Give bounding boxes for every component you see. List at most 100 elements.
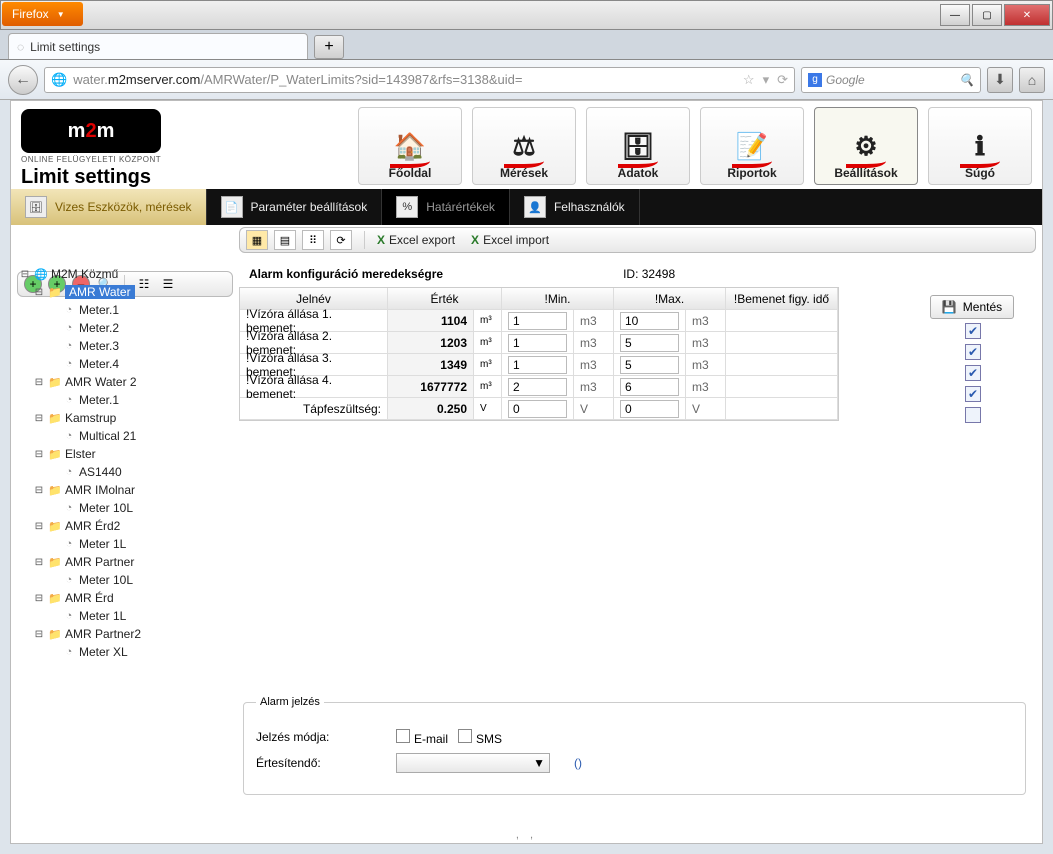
subnav-felhasznalok[interactable]: 👤Felhasználók bbox=[510, 189, 640, 225]
tree-leaf[interactable]: ◔Meter 10L bbox=[19, 499, 231, 517]
tree-leaf[interactable]: ◔Meter.1 bbox=[19, 301, 231, 319]
tree-leaf[interactable]: ◔Meter 10L bbox=[19, 571, 231, 589]
row-checkbox[interactable]: ✔ bbox=[965, 365, 981, 381]
search-box[interactable]: gGoogle 🔍 bbox=[801, 67, 981, 93]
max-input[interactable] bbox=[620, 356, 679, 374]
row-max[interactable] bbox=[614, 398, 686, 420]
max-input[interactable] bbox=[620, 400, 679, 418]
nav-riportok[interactable]: 📝Riportok bbox=[700, 107, 804, 185]
dropdown-icon[interactable]: ▾ bbox=[763, 72, 770, 88]
close-window-button[interactable]: ✕ bbox=[1004, 4, 1050, 26]
tree-node[interactable]: ⊟📁AMR IMolnar bbox=[19, 481, 231, 499]
info-icon: ℹ bbox=[956, 126, 1004, 166]
resize-handle[interactable]: , , bbox=[516, 829, 537, 841]
nav-beallitasok[interactable]: ⚙Beállítások bbox=[814, 107, 918, 185]
new-tab-button[interactable]: + bbox=[314, 35, 344, 59]
page-title: Limit settings bbox=[21, 166, 161, 189]
url-input[interactable]: 🌐 water.m2mserver.com/AMRWater/P_WaterLi… bbox=[44, 67, 795, 93]
tree-node[interactable]: ⊟📁AMR Water bbox=[19, 283, 231, 301]
row-min[interactable] bbox=[502, 332, 574, 354]
row-checkbox[interactable] bbox=[965, 407, 981, 423]
min-input[interactable] bbox=[508, 378, 567, 396]
view-table-icon[interactable]: ▤ bbox=[274, 230, 296, 250]
notify-dropdown[interactable]: ▼ bbox=[396, 753, 550, 773]
app-root: m2m ONLINE FELÜGYELETI KÖZPONT Limit set… bbox=[10, 100, 1043, 844]
subnav-parameter[interactable]: 📄Paraméter beállítások bbox=[207, 189, 383, 225]
row-max[interactable] bbox=[614, 332, 686, 354]
tree-node[interactable]: ⊟📁AMR Érd2 bbox=[19, 517, 231, 535]
nav-sugo[interactable]: ℹSúgó bbox=[928, 107, 1032, 185]
search-icon[interactable]: 🔍 bbox=[959, 73, 974, 87]
col-min: !Min. bbox=[502, 288, 614, 310]
nav-adatok[interactable]: 🗄Adatok bbox=[586, 107, 690, 185]
downloads-button[interactable]: ⬇ bbox=[987, 67, 1013, 93]
subnav-vizes[interactable]: 🗄Vizes Eszközök, mérések bbox=[11, 189, 207, 225]
tree-leaf[interactable]: ◔Multical 21 bbox=[19, 427, 231, 445]
gear-icon: ⚙ bbox=[842, 126, 890, 166]
email-checkbox[interactable]: E-mail bbox=[396, 729, 448, 746]
row-checkbox[interactable]: ✔ bbox=[965, 344, 981, 360]
tree-node[interactable]: ⊟📁Elster bbox=[19, 445, 231, 463]
row-max-unit: m3 bbox=[686, 332, 726, 354]
refresh-icon[interactable]: ⟳ bbox=[330, 230, 352, 250]
tree-leaf[interactable]: ◔Meter 1L bbox=[19, 607, 231, 625]
row-max[interactable] bbox=[614, 310, 686, 332]
max-input[interactable] bbox=[620, 334, 679, 352]
row-checkbox[interactable]: ✔ bbox=[965, 323, 981, 339]
tree-node[interactable]: ⊟📁Kamstrup bbox=[19, 409, 231, 427]
alarm-legend: Alarm jelzés bbox=[256, 696, 324, 708]
content-pane: ▦ ▤ ⠿ ⟳ XExcel export XExcel import Alar… bbox=[239, 261, 1036, 837]
row-min[interactable] bbox=[502, 398, 574, 420]
tree-leaf[interactable]: ◔Meter.2 bbox=[19, 319, 231, 337]
subnav-hatarertekek[interactable]: %Határértékek bbox=[382, 189, 510, 225]
bookmark-icon[interactable]: ☆ bbox=[743, 72, 755, 88]
tree-node[interactable]: ⊟📁AMR Partner2 bbox=[19, 625, 231, 643]
back-button[interactable]: ← bbox=[8, 65, 38, 95]
reload-icon[interactable]: ⟳ bbox=[777, 72, 788, 88]
tree-node[interactable]: ⊟📁AMR Érd bbox=[19, 589, 231, 607]
alarm-fieldset: Alarm jelzés Jelzés módja: E-mail SMS Ér… bbox=[243, 696, 1026, 795]
nav-meresek[interactable]: ⚖Mérések bbox=[472, 107, 576, 185]
excel-import-label: Excel import bbox=[483, 233, 549, 247]
excel-export-button[interactable]: XExcel export bbox=[377, 233, 455, 247]
sms-checkbox[interactable]: SMS bbox=[458, 729, 502, 746]
browser-tab-active[interactable]: ◌ Limit settings bbox=[8, 33, 308, 59]
tree-leaf[interactable]: ◔Meter.4 bbox=[19, 355, 231, 373]
row-max[interactable] bbox=[614, 354, 686, 376]
tree-leaf[interactable]: ◔AS1440 bbox=[19, 463, 231, 481]
save-button[interactable]: 💾Mentés bbox=[930, 295, 1014, 319]
min-input[interactable] bbox=[508, 400, 567, 418]
nav-label: Mérések bbox=[500, 166, 548, 180]
max-input[interactable] bbox=[620, 378, 679, 396]
nav-fooldal[interactable]: 🏠Főoldal bbox=[358, 107, 462, 185]
min-input[interactable] bbox=[508, 312, 567, 330]
maximize-button[interactable]: ▢ bbox=[972, 4, 1002, 26]
min-input[interactable] bbox=[508, 334, 567, 352]
min-input[interactable] bbox=[508, 356, 567, 374]
firefox-menu-button[interactable]: Firefox bbox=[2, 2, 83, 26]
row-min[interactable] bbox=[502, 354, 574, 376]
row-unit: m³ bbox=[474, 354, 502, 376]
tree-leaf[interactable]: ◔Meter.3 bbox=[19, 337, 231, 355]
tree-node[interactable]: ⊟📁AMR Partner bbox=[19, 553, 231, 571]
row-checkbox[interactable]: ✔ bbox=[965, 386, 981, 402]
save-label: Mentés bbox=[963, 300, 1002, 314]
max-input[interactable] bbox=[620, 312, 679, 330]
row-unit: m³ bbox=[474, 376, 502, 398]
tree-node[interactable]: ⊟📁AMR Water 2 bbox=[19, 373, 231, 391]
tree-label: AMR Érd bbox=[65, 591, 114, 605]
tree-root[interactable]: ⊟🌐M2M Közmű bbox=[19, 265, 231, 283]
excel-import-button[interactable]: X Excel import bbox=[471, 233, 549, 247]
view-grid-icon[interactable]: ▦ bbox=[246, 230, 268, 250]
tree-leaf[interactable]: ◔Meter.1 bbox=[19, 391, 231, 409]
row-min[interactable] bbox=[502, 376, 574, 398]
row-max[interactable] bbox=[614, 376, 686, 398]
tree-leaf[interactable]: ◔Meter XL bbox=[19, 643, 231, 661]
minimize-button[interactable]: — bbox=[940, 4, 970, 26]
row-min[interactable] bbox=[502, 310, 574, 332]
home-button[interactable]: ⌂ bbox=[1019, 67, 1045, 93]
tree-leaf[interactable]: ◔Meter 1L bbox=[19, 535, 231, 553]
grid-row: Tápfeszültség:0.250VVV bbox=[240, 398, 838, 420]
view-dots-icon[interactable]: ⠿ bbox=[302, 230, 324, 250]
excel-icon: X bbox=[471, 233, 479, 247]
